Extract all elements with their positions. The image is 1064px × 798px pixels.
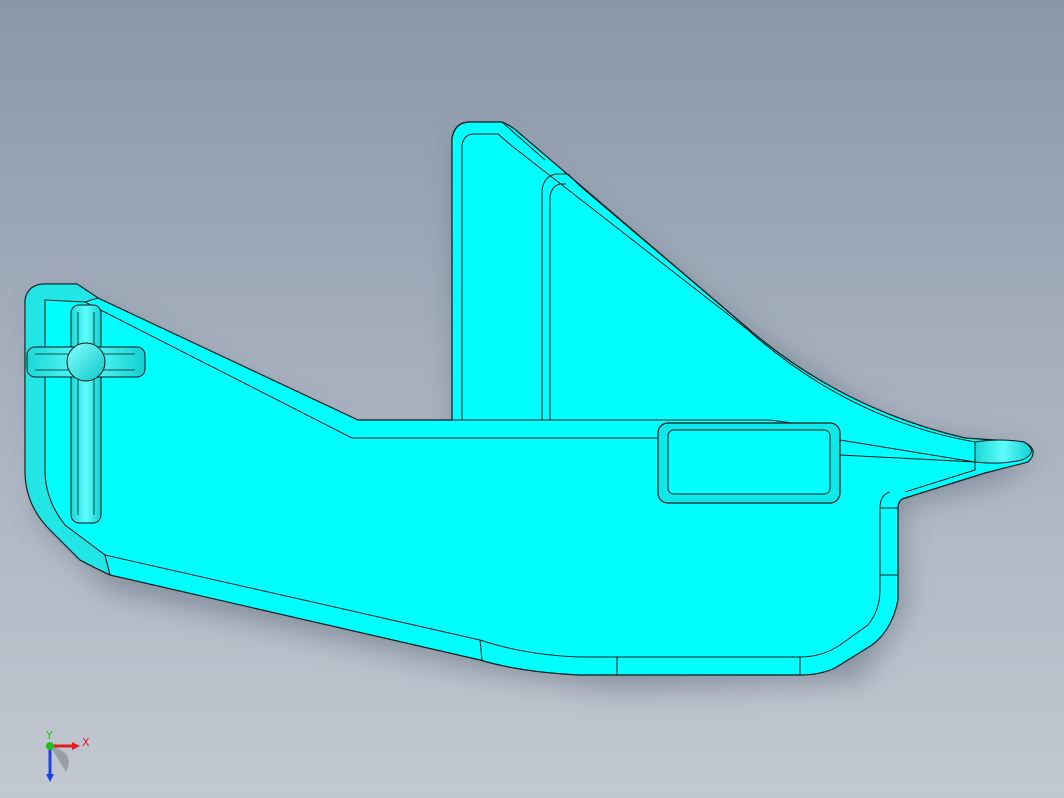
nose-tip xyxy=(974,439,1032,464)
triad-y-axis-dot xyxy=(46,742,54,750)
triad-z-arrow xyxy=(46,774,54,782)
graphics-viewport[interactable]: X Y xyxy=(0,0,1064,798)
triad-shadow xyxy=(50,746,69,772)
reference-triad: X Y xyxy=(45,730,90,782)
cross-vertical-slot xyxy=(70,304,102,524)
cross-center-boss xyxy=(66,342,106,382)
rect-slot[interactable] xyxy=(657,422,841,504)
triad-x-arrow xyxy=(72,742,80,750)
triad-x-label: X xyxy=(82,736,90,749)
slot-inner xyxy=(667,429,831,495)
triad-y-label: Y xyxy=(45,730,53,742)
model-view[interactable] xyxy=(0,0,1064,798)
